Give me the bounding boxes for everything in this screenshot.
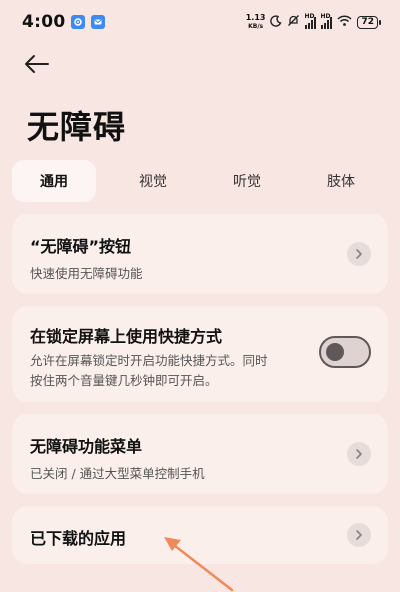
tab-label: 视觉	[139, 174, 167, 190]
item-title: 无障碍功能菜单	[30, 437, 143, 456]
message-app-icon	[91, 15, 106, 29]
tab-label: 肢体	[327, 174, 355, 190]
lock-screen-shortcut-item: 在锁定屏幕上使用快捷方式 允许在屏幕锁定时开启功能快捷方式。同时 按住两个音量键…	[12, 306, 388, 402]
toggle-knob	[326, 343, 344, 361]
back-arrow-icon	[25, 55, 49, 73]
item-title: “无障碍”按钮	[30, 237, 132, 256]
item-subtitle: 已关闭 / 通过大型菜单控制手机	[30, 466, 205, 481]
sim1-tag: HD	[304, 12, 315, 20]
settings-app-icon	[71, 15, 86, 29]
sim2-tag: HD	[320, 12, 331, 20]
network-speed: 1.13 KB/s	[246, 13, 266, 31]
mute-icon	[287, 14, 300, 30]
network-speed-unit: KB/s	[248, 23, 264, 30]
status-right: 1.13 KB/s HD HD 72	[246, 12, 381, 31]
tab-label: 通用	[40, 174, 68, 190]
item-subtitle-line: 按住两个音量键几秒钟即可开启。	[30, 373, 218, 388]
page-title: 无障碍	[27, 108, 127, 146]
clock: 4:00	[22, 12, 66, 32]
tab-vision[interactable]: 视觉	[106, 160, 200, 202]
tab-bar: 通用 视觉 听觉 肢体	[12, 160, 388, 202]
tab-physical[interactable]: 肢体	[294, 160, 388, 202]
annotation-arrow-icon	[164, 537, 234, 592]
tab-label: 听觉	[233, 174, 261, 190]
signal-icon: HD	[304, 12, 317, 29]
chevron-right-icon	[347, 442, 371, 466]
tab-hearing[interactable]: 听觉	[200, 160, 294, 202]
downloaded-apps-item[interactable]: 已下载的应用	[12, 506, 388, 564]
signal-icon-2: HD	[320, 12, 333, 29]
accessibility-menu-item[interactable]: 无障碍功能菜单 已关闭 / 通过大型菜单控制手机	[12, 414, 388, 494]
item-title: 已下载的应用	[30, 529, 127, 548]
item-subtitle: 快速使用无障碍功能	[30, 266, 143, 281]
status-left: 4:00	[22, 12, 106, 32]
battery-indicator: 72	[357, 15, 381, 29]
chevron-right-icon	[347, 523, 371, 547]
network-speed-value: 1.13	[245, 13, 266, 22]
chevron-right-icon	[347, 242, 371, 266]
lock-screen-shortcut-toggle[interactable]	[319, 336, 371, 368]
back-button[interactable]	[24, 50, 56, 78]
moon-icon	[270, 14, 282, 30]
item-title: 在锁定屏幕上使用快捷方式	[30, 327, 223, 346]
wifi-icon	[337, 14, 353, 30]
tab-general[interactable]: 通用	[12, 160, 96, 202]
accessibility-button-item[interactable]: “无障碍”按钮 快速使用无障碍功能	[12, 214, 388, 294]
status-bar: 4:00 1.13 KB/s HD HD 72	[0, 0, 400, 44]
